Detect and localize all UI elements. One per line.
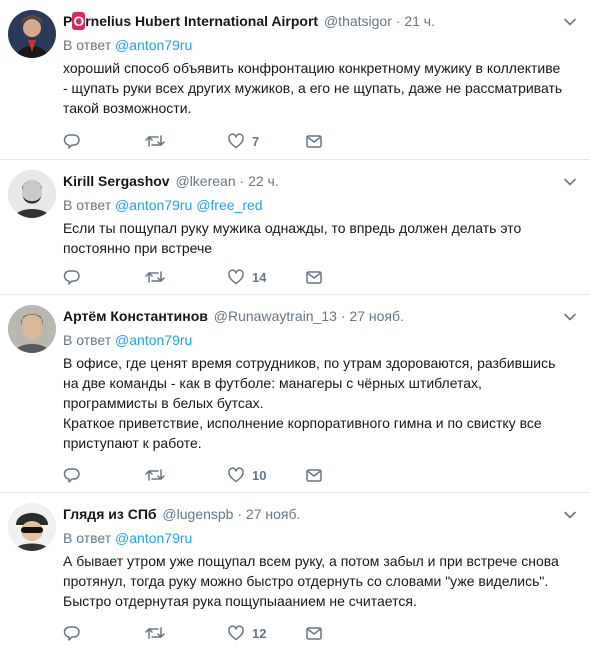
retweet-button[interactable] — [145, 267, 165, 287]
envelope-icon — [306, 627, 322, 640]
reply-context: В ответ @anton79ru @free_red — [63, 196, 263, 214]
author-handle[interactable]: @Runawaytrain_13 — [214, 308, 337, 324]
message-button[interactable] — [305, 267, 323, 287]
tweet-actions: 10 — [63, 465, 363, 485]
tweet-paragraph: Краткое приветствие, исполнение корпорат… — [63, 415, 542, 451]
reply-icon — [63, 468, 80, 483]
tweet-actions: 12 — [63, 623, 363, 643]
heart-icon — [228, 467, 244, 483]
chevron-down-icon[interactable] — [562, 507, 578, 523]
avatar[interactable] — [8, 305, 56, 353]
retweet-icon — [145, 469, 165, 481]
tweet-header: Kirill Sergashov @lkerean · 22 ч. — [63, 172, 279, 190]
like-button[interactable]: 12 — [227, 623, 266, 643]
retweet-button[interactable] — [145, 131, 165, 151]
tweet-header: Глядя из СПб @lugenspb · 27 нояб. — [63, 505, 300, 523]
reply-icon — [63, 270, 80, 285]
author-name[interactable]: Глядя из СПб — [63, 506, 157, 522]
tweet-actions: 7 — [63, 131, 363, 151]
tweet[interactable]: Глядя из СПб @lugenspb · 27 нояб. В отве… — [0, 493, 590, 649]
reply-context: В ответ @anton79ru — [63, 36, 192, 54]
reply-context: В ответ @anton79ru — [63, 331, 192, 349]
reply-prefix: В ответ — [63, 530, 112, 546]
like-button[interactable]: 7 — [227, 131, 259, 151]
timestamp[interactable]: 27 нояб. — [246, 506, 300, 522]
like-button[interactable]: 10 — [227, 465, 266, 485]
retweet-button[interactable] — [145, 623, 165, 643]
tweet-text: хороший способ объявить конфронтацию кон… — [63, 58, 563, 118]
like-count: 12 — [252, 625, 267, 641]
author-handle[interactable]: @lkerean — [175, 173, 235, 189]
heart-icon — [228, 269, 244, 285]
separator-dot: · — [340, 308, 346, 324]
timestamp[interactable]: 27 нояб. — [349, 308, 403, 324]
author-name[interactable]: Артём Константинов — [63, 308, 208, 324]
retweet-icon — [145, 627, 165, 639]
separator-dot: · — [239, 173, 245, 189]
avatar[interactable] — [8, 170, 56, 218]
separator-dot: · — [395, 13, 401, 29]
tweet-text: В офисе, где ценят время сотрудников, по… — [63, 353, 563, 453]
separator-dot: · — [237, 506, 243, 522]
reply-context: В ответ @anton79ru — [63, 529, 192, 547]
like-count: 14 — [252, 269, 267, 285]
retweet-icon — [145, 271, 165, 283]
reply-icon — [63, 626, 80, 641]
tweet-paragraph: В офисе, где ценят время сотрудников, по… — [63, 355, 556, 411]
reply-mention[interactable]: @anton79ru — [115, 332, 192, 348]
tweet-feed: POrnelius Hubert International Airport @… — [0, 0, 590, 649]
tweet-header: Артём Константинов @Runawaytrain_13 · 27… — [63, 307, 404, 325]
retweet-icon — [145, 135, 165, 147]
tweet-paragraph: Если ты пощупал руку мужика однажды, то … — [63, 220, 522, 256]
reply-prefix: В ответ — [63, 332, 112, 348]
chevron-down-icon[interactable] — [562, 14, 578, 30]
tweet-header: POrnelius Hubert International Airport @… — [63, 12, 435, 30]
author-handle[interactable]: @lugenspb — [162, 506, 233, 522]
chevron-down-icon[interactable] — [562, 309, 578, 325]
author-name[interactable]: POrnelius Hubert International Airport — [63, 12, 318, 30]
timestamp[interactable]: 22 ч. — [248, 173, 279, 189]
avatar[interactable] — [8, 10, 56, 58]
tweet-actions: 14 — [63, 267, 363, 287]
message-button[interactable] — [305, 465, 323, 485]
name-badge: O — [72, 12, 86, 30]
tweet-paragraph: А бывает утром уже пощупал всем руку, а … — [63, 553, 559, 609]
reply-icon — [63, 134, 80, 149]
reply-prefix: В ответ — [63, 197, 112, 213]
tweet[interactable]: Артём Константинов @Runawaytrain_13 · 27… — [0, 295, 590, 493]
tweet-paragraph: хороший способ объявить конфронтацию кон… — [63, 60, 563, 116]
chevron-down-icon[interactable] — [562, 174, 578, 190]
tweet[interactable]: POrnelius Hubert International Airport @… — [0, 0, 590, 160]
envelope-icon — [306, 135, 322, 148]
timestamp[interactable]: 21 ч. — [404, 13, 435, 29]
message-button[interactable] — [305, 623, 323, 643]
reply-mention[interactable]: @free_red — [196, 197, 262, 213]
author-name[interactable]: Kirill Sergashov — [63, 173, 170, 189]
reply-mention[interactable]: @anton79ru — [115, 530, 192, 546]
reply-button[interactable] — [63, 131, 81, 151]
tweet-text: А бывает утром уже пощупал всем руку, а … — [63, 551, 563, 611]
like-count: 10 — [252, 467, 267, 483]
tweet[interactable]: Kirill Sergashov @lkerean · 22 ч. В отве… — [0, 160, 590, 295]
reply-button[interactable] — [63, 465, 81, 485]
tweet-text: Если ты пощупал руку мужика однажды, то … — [63, 218, 563, 258]
like-button[interactable]: 14 — [227, 267, 266, 287]
like-count: 7 — [252, 133, 260, 149]
heart-icon — [228, 133, 244, 149]
heart-icon — [228, 625, 244, 641]
retweet-button[interactable] — [145, 465, 165, 485]
envelope-icon — [306, 271, 322, 284]
reply-button[interactable] — [63, 623, 81, 643]
reply-mention[interactable]: @anton79ru — [115, 37, 192, 53]
reply-prefix: В ответ — [63, 37, 112, 53]
avatar[interactable] — [8, 503, 56, 551]
author-handle[interactable]: @thatsigor — [324, 13, 392, 29]
message-button[interactable] — [305, 131, 323, 151]
reply-button[interactable] — [63, 267, 81, 287]
envelope-icon — [306, 469, 322, 482]
reply-mention[interactable]: @anton79ru — [115, 197, 192, 213]
